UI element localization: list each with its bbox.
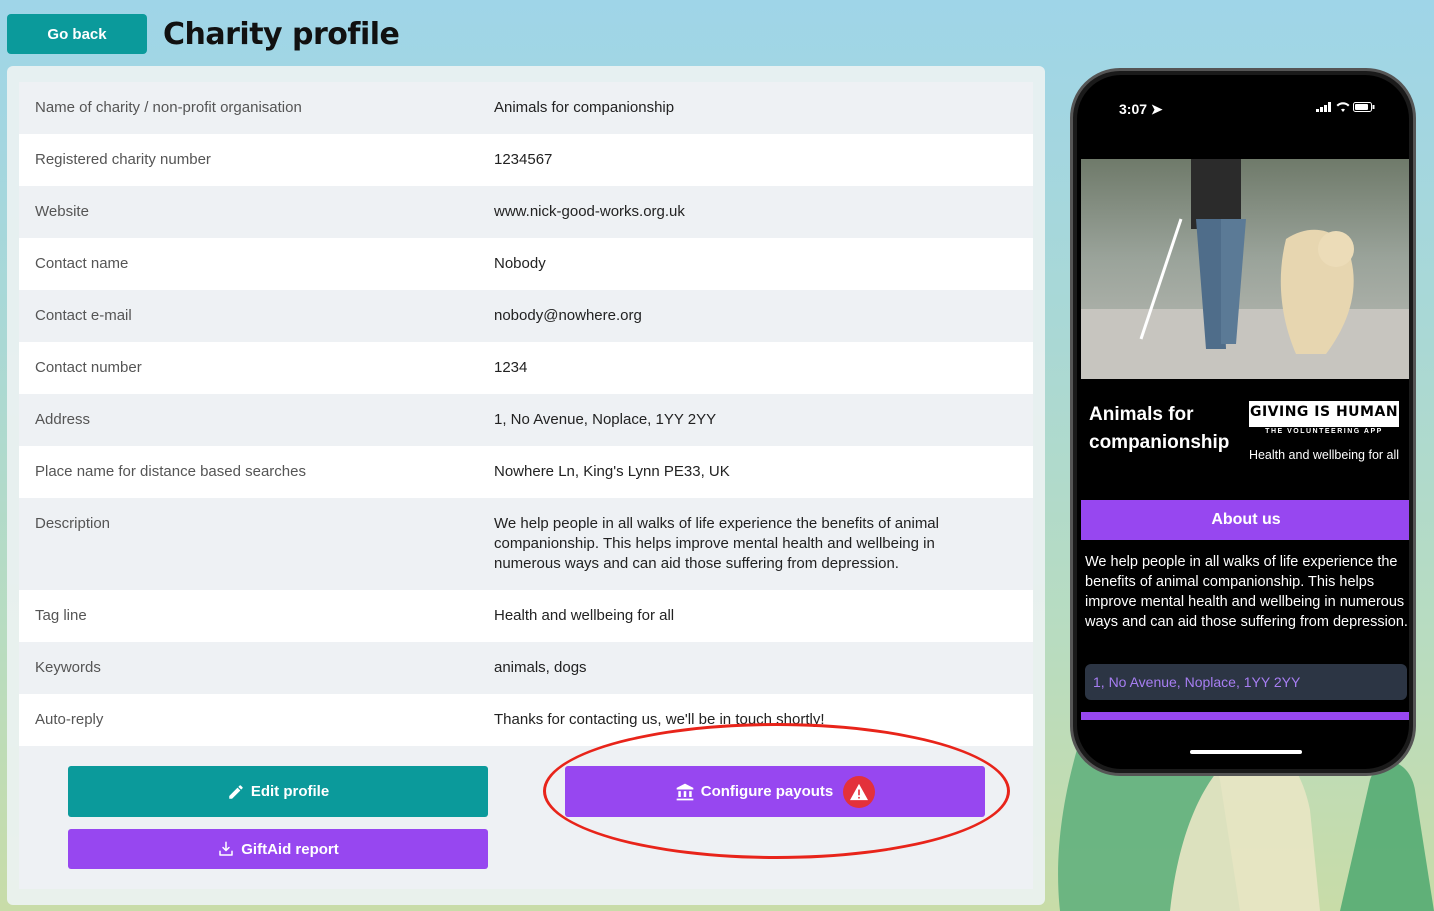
signal-icon — [1316, 102, 1332, 112]
row-value: 1234567 — [494, 151, 553, 168]
row-value: animals, dogs — [494, 659, 587, 676]
row-label: Place name for distance based searches — [35, 463, 306, 480]
row-value: Health and wellbeing for all — [494, 607, 675, 624]
row-label: Contact number — [35, 359, 142, 376]
row-label: Description — [35, 515, 111, 532]
download-icon — [219, 841, 233, 856]
row-value: Nowhere Ln, King's Lynn PE33, UK — [494, 463, 730, 480]
configure-payouts-label: Configure payouts — [700, 783, 834, 800]
phone-divider — [1081, 712, 1409, 720]
giving-is-human-logo: GIVING IS HUMAN THE VOLUNTEERING APP — [1249, 401, 1399, 437]
phone-address: 1, No Avenue, Noplace, 1YY 2YY — [1085, 664, 1407, 700]
logo-subtitle: THE VOLUNTEERING APP — [1249, 427, 1399, 437]
status-time: 3:07 ➤ — [1119, 101, 1163, 118]
row-value: 1234 — [494, 359, 528, 376]
row-value: Thanks for contacting us, we'll be in to… — [494, 711, 825, 728]
actions-area: Edit profile GiftAid report Configure pa… — [19, 746, 1033, 889]
edit-profile-label: Edit profile — [250, 783, 330, 800]
table-row: Registered charity number 1234567 — [19, 134, 1033, 186]
table-row: Contact name Nobody — [19, 238, 1033, 290]
top-bar: Go back Charity profile — [7, 14, 400, 54]
table-row: Contact number 1234 — [19, 342, 1033, 394]
logo-title: GIVING IS HUMAN — [1249, 404, 1399, 420]
table-row: Website www.nick-good-works.org.uk — [19, 186, 1033, 238]
phone-screen: 3:07 ➤ Animals for companionship GIVING … — [1077, 75, 1409, 769]
bank-icon — [676, 783, 694, 800]
profile-table: Name of charity / non-profit organisatio… — [19, 82, 1033, 746]
row-label: Auto-reply — [35, 711, 104, 728]
phone-charity-name: Animals for companionship — [1089, 404, 1230, 453]
row-value: We help people in all walks of life expe… — [494, 515, 939, 572]
home-indicator — [1190, 750, 1302, 754]
table-row: Name of charity / non-profit organisatio… — [19, 82, 1033, 134]
row-value: nobody@nowhere.org — [494, 307, 642, 324]
wifi-icon — [1336, 102, 1350, 112]
row-value: 1, No Avenue, Noplace, 1YY 2YY — [494, 411, 717, 428]
warning-icon — [843, 775, 876, 808]
table-row: Auto-reply Thanks for contacting us, we'l… — [19, 694, 1033, 746]
table-row: Keywords animals, dogs — [19, 642, 1033, 694]
giftaid-report-button[interactable]: GiftAid report — [68, 829, 488, 869]
battery-icon — [1353, 102, 1375, 112]
row-label: Name of charity / non-profit organisatio… — [35, 99, 302, 116]
row-label: Contact e-mail — [35, 307, 132, 324]
row-label: Website — [35, 203, 89, 220]
table-row: Address 1, No Avenue, Noplace, 1YY 2YY — [19, 394, 1033, 446]
pencil-icon — [229, 784, 243, 799]
page-title: Charity profile — [163, 16, 400, 52]
row-value: Nobody — [494, 255, 546, 272]
giftaid-report-label: GiftAid report — [241, 840, 339, 858]
go-back-button[interactable]: Go back — [7, 14, 147, 54]
edit-profile-button[interactable]: Edit profile — [68, 766, 488, 817]
phone-preview: 3:07 ➤ Animals for companionship GIVING … — [1070, 68, 1416, 776]
phone-tagline: Health and wellbeing for all — [1248, 448, 1400, 462]
location-icon: ➤ — [1150, 101, 1163, 117]
row-label: Address — [35, 411, 91, 428]
status-icons — [1316, 101, 1375, 115]
table-row: Place name for distance based searches No… — [19, 446, 1033, 498]
table-row: Contact e-mail nobody@nowhere.org — [19, 290, 1033, 342]
row-label: Tag line — [35, 607, 87, 624]
profile-panel: Name of charity / non-profit organisatio… — [7, 66, 1045, 905]
row-label: Registered charity number — [35, 151, 211, 168]
row-label: Keywords — [35, 659, 101, 676]
about-us-header: About us — [1081, 500, 1409, 540]
table-row: Tag line Health and wellbeing for all — [19, 590, 1033, 642]
row-label: Contact name — [35, 255, 129, 272]
status-time-text: 3:07 — [1119, 101, 1148, 117]
table-row: Description We help people in all walks o… — [19, 498, 1033, 590]
phone-description: We help people in all walks of life expe… — [1085, 554, 1408, 630]
row-value: Animals for companionship — [494, 99, 675, 116]
row-value: www.nick-good-works.org.uk — [494, 203, 685, 220]
configure-payouts-button[interactable]: Configure payouts — [565, 766, 985, 817]
hero-image — [1081, 159, 1409, 379]
